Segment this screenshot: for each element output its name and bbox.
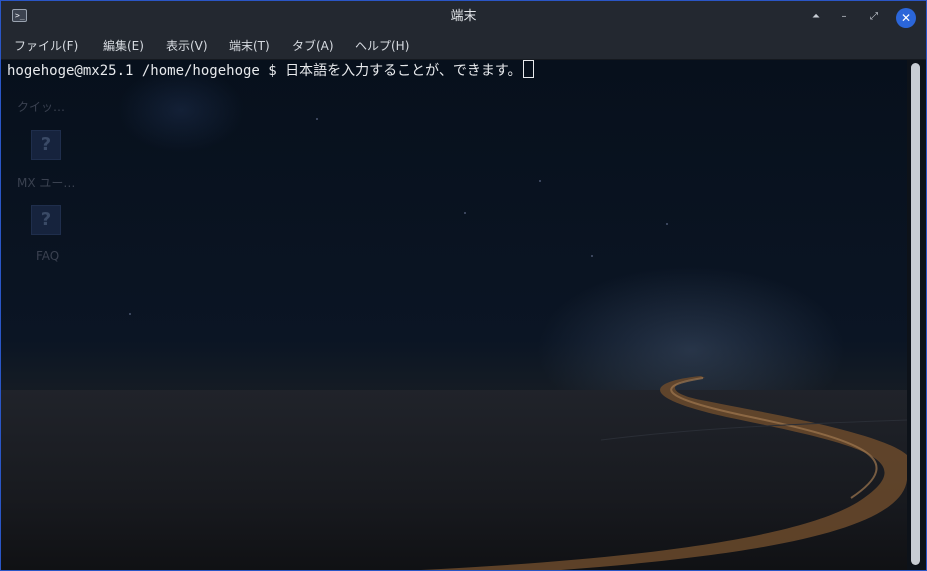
prompt-line: hogehoge@mx25.1 /home/hogehoge $ 日本語を入力す… [7, 60, 535, 80]
menu-help[interactable]: ヘルプ(H) [355, 34, 409, 59]
wallpaper-star [539, 180, 541, 182]
wallpaper-star [464, 212, 466, 214]
menu-file[interactable]: ファイル(F) [14, 34, 78, 59]
menu-tabs[interactable]: タブ(A) [292, 34, 334, 59]
wallpaper-star [591, 255, 593, 257]
window-title: 端末 [450, 9, 477, 24]
help-icon: ? [31, 130, 61, 160]
desktop-icon-label: FAQ [36, 249, 60, 263]
wallpaper-star [666, 223, 668, 225]
title-bar[interactable]: >_ 端末 ⏶ – ⤢ ✕ [1, 1, 926, 34]
typed-input: 日本語を入力することが、できます。 [285, 63, 522, 79]
shade-button[interactable]: ⏶ [807, 8, 825, 26]
scrollbar-track[interactable] [907, 60, 926, 570]
minimize-button[interactable]: – [835, 8, 853, 26]
wallpaper-star [316, 118, 318, 120]
desktop-icon-label: クイッ… [17, 100, 66, 114]
menu-terminal[interactable]: 端末(T) [229, 34, 270, 59]
help-icon: ? [31, 205, 61, 235]
terminal-area[interactable]: クイッ… ? MX ユー… ? FAQ hogehoge@mx25.1 /hom… [1, 60, 907, 570]
terminal-window: >_ 端末 ⏶ – ⤢ ✕ ファイル(F) 編集(E) 表示(V) 端末(T) … [0, 0, 927, 571]
scrollbar-thumb[interactable] [911, 63, 920, 565]
menu-bar: ファイル(F) 編集(E) 表示(V) 端末(T) タブ(A) ヘルプ(H) [1, 34, 926, 60]
menu-edit[interactable]: 編集(E) [103, 34, 144, 59]
wallpaper-star [129, 313, 131, 315]
shell-prompt: hogehoge@mx25.1 /home/hogehoge $ [7, 63, 286, 79]
desktop-icon-label: MX ユー… [17, 176, 76, 190]
close-button[interactable]: ✕ [896, 8, 916, 28]
wallpaper-road [421, 376, 907, 570]
menu-view[interactable]: 表示(V) [166, 34, 208, 59]
text-cursor [523, 60, 535, 78]
maximize-button[interactable]: ⤢ [865, 8, 883, 26]
